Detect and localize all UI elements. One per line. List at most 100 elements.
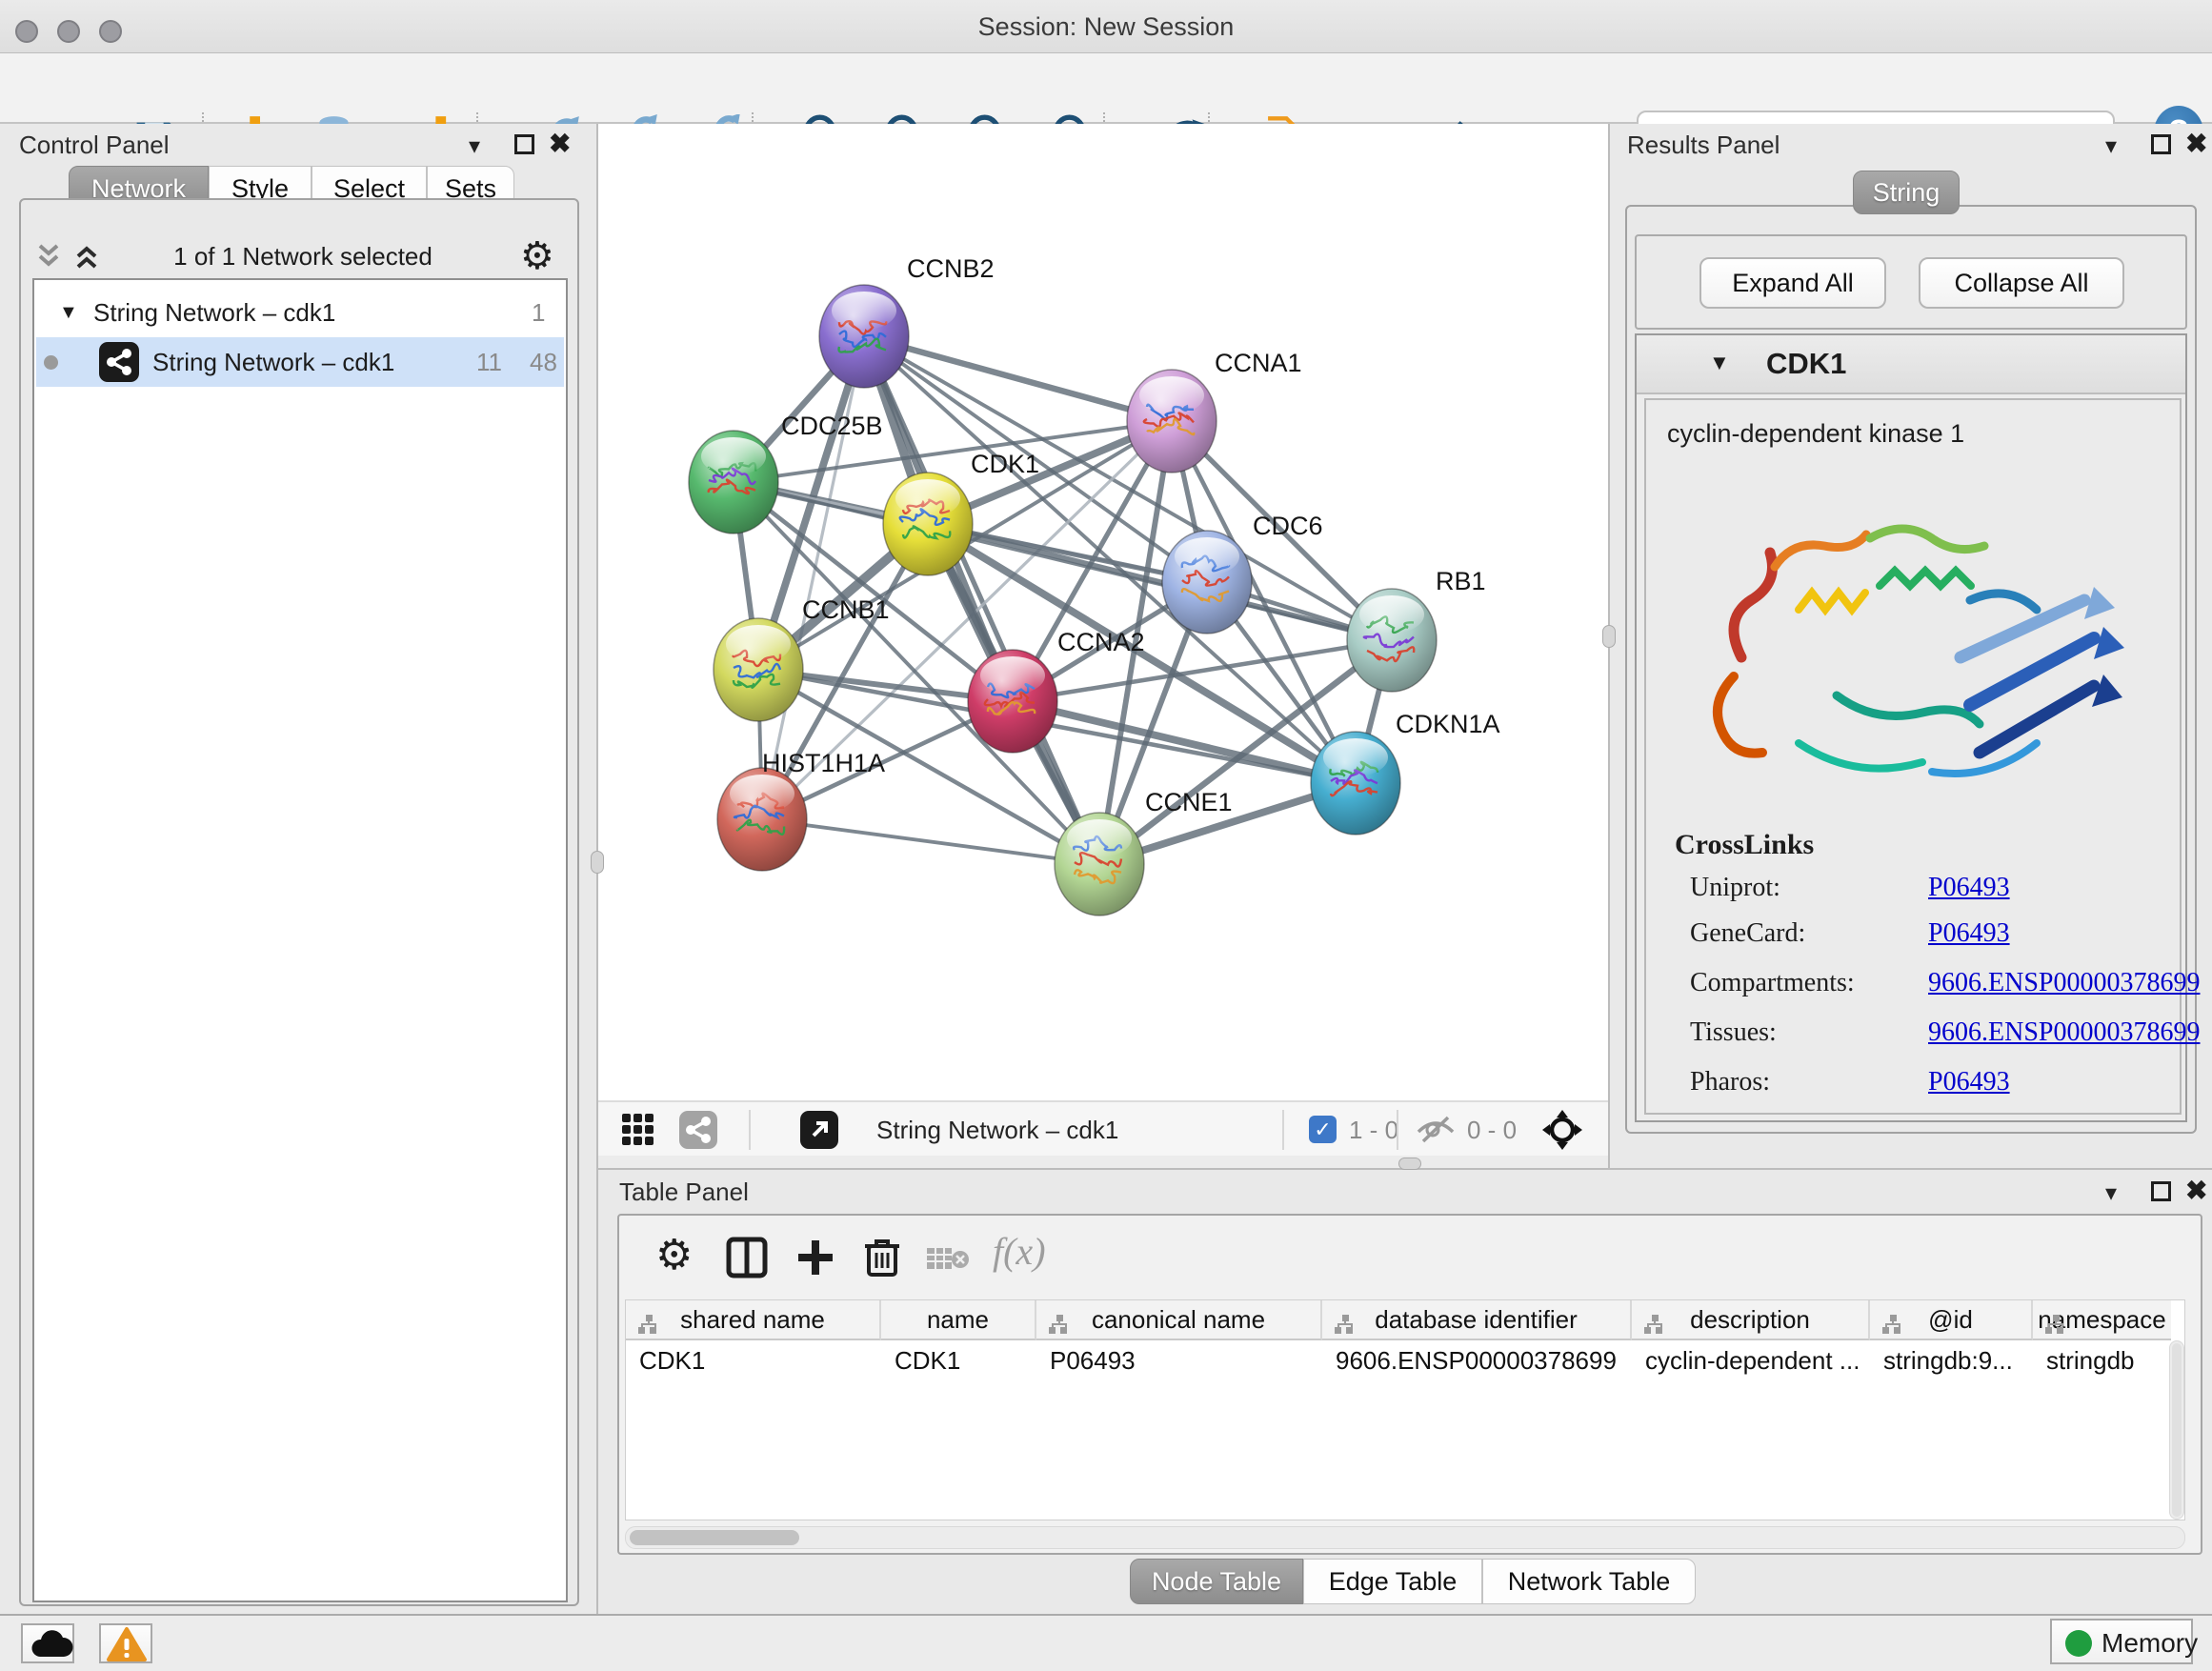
shared-column-svg [1643, 1314, 1666, 1337]
results-panel-close-icon[interactable]: ✖ [2185, 131, 2207, 156]
hidden-eye-icon [1416, 1115, 1456, 1150]
table-cell[interactable]: P06493 [1036, 1340, 1322, 1380]
table-horizontal-scrollbar[interactable] [625, 1526, 2185, 1549]
control-panel-menu-icon[interactable]: ▾ [469, 132, 480, 160]
collapse-all-button[interactable]: Collapse All [1919, 257, 2124, 309]
create-column-icon[interactable] [794, 1237, 836, 1283]
table-panel-float-icon[interactable] [2151, 1181, 2171, 1201]
create-column-svg [794, 1237, 836, 1278]
column-header-description[interactable]: description [1632, 1300, 1870, 1340]
string-app-icon [99, 342, 139, 382]
column-header-shared-name[interactable]: shared name [626, 1300, 881, 1340]
crosslink-pharos-link[interactable]: P06493 [1928, 1067, 2010, 1097]
network-svg[interactable]: CCNB2CCNA1CDC25BCDK1CDC6RB1CCNB1CCNA2CDK… [598, 124, 1610, 1100]
table-cell[interactable]: CDK1 [626, 1340, 881, 1380]
control-panel-float-icon[interactable] [514, 134, 534, 154]
table-panel-menu-icon[interactable]: ▾ [2105, 1179, 2117, 1207]
table-cell[interactable]: stringdb:9... [1870, 1340, 2033, 1380]
main-toolbar: ? [0, 53, 2212, 124]
shared-column-svg [637, 1314, 660, 1337]
string-app-svg [99, 342, 139, 382]
svg-text:HIST1H1A: HIST1H1A [762, 749, 885, 777]
crosslink-uniprot-link[interactable]: P06493 [1928, 873, 2010, 903]
shared-column-svg [1334, 1314, 1357, 1337]
column-header-canonical-name[interactable]: canonical name [1036, 1300, 1322, 1340]
svg-text:RB1: RB1 [1436, 567, 1486, 595]
table-panel-title: Table Panel [619, 1178, 749, 1207]
trash-svg [861, 1235, 903, 1278]
table-cell[interactable]: 9606.ENSP00000378699 [1322, 1340, 1632, 1380]
shared-column-svg [1048, 1314, 1071, 1337]
table-panel-close-icon[interactable]: ✖ [2185, 1178, 2207, 1203]
expand-collapse-bar: Expand All Collapse All [1635, 234, 2187, 330]
column-header-id[interactable]: @id [1870, 1300, 2033, 1340]
network-collection-row[interactable]: ▼ String Network – cdk1 1 [36, 288, 564, 337]
svg-text:CCNB2: CCNB2 [907, 254, 995, 283]
crosslink-label: GeneCard: [1690, 918, 1805, 949]
protein-expander-icon[interactable]: ▼ [1709, 351, 1730, 375]
status-bar: Memory [0, 1614, 2212, 1671]
results-panel-float-icon[interactable] [2151, 134, 2171, 154]
network-row-selected[interactable]: String Network – cdk1 11 48 [36, 337, 564, 387]
cloud-button[interactable] [21, 1623, 74, 1663]
expand-all-button[interactable]: Expand All [1699, 257, 1886, 309]
expand-all-networks-icon[interactable] [70, 240, 103, 277]
svg-text:CCNA1: CCNA1 [1215, 349, 1302, 377]
delete-column-trash-icon[interactable] [861, 1235, 903, 1283]
viewbar-separator [749, 1110, 751, 1150]
table-cell[interactable]: CDK1 [881, 1340, 1036, 1380]
network-edge-count: 48 [530, 337, 557, 387]
svg-text:CCNA2: CCNA2 [1057, 628, 1145, 656]
detach-view-icon[interactable] [800, 1111, 838, 1149]
crosslink-genecard-link[interactable]: P06493 [1928, 918, 2010, 949]
svg-text:CDKN1A: CDKN1A [1396, 710, 1500, 738]
center-view-icon[interactable] [1541, 1109, 1583, 1156]
column-label: shared name [680, 1305, 825, 1334]
memory-status-dot [2065, 1630, 2092, 1657]
column-label: database identifier [1375, 1305, 1577, 1334]
tab-network-table[interactable]: Network Table [1482, 1559, 1696, 1604]
warning-icon [106, 1626, 148, 1662]
crosslink-tissues-link[interactable]: 9606.ENSP00000378699 [1928, 1017, 2200, 1048]
birdseye-grid-icon[interactable] [621, 1113, 655, 1152]
show-columns-icon[interactable] [726, 1237, 768, 1283]
column-header-name[interactable]: name [881, 1300, 1036, 1340]
table-panel: Table Panel ▾ ✖ ⚙ f(x) shared name name … [598, 1170, 2212, 1614]
table-cell[interactable]: stringdb [2033, 1340, 2171, 1380]
window-title: Session: New Session [0, 0, 2212, 53]
protein-name: CDK1 [1766, 347, 1846, 381]
selection-checkbox-icon[interactable]: ✓ [1309, 1116, 1337, 1143]
network-canvas[interactable]: CCNB2CCNA1CDC25BCDK1CDC6RB1CCNB1CCNA2CDK… [598, 124, 1610, 1100]
horizontal-splitter-handle[interactable] [1398, 1158, 1421, 1170]
table-gear-icon[interactable]: ⚙ [655, 1231, 693, 1279]
protein-card-header[interactable]: ▼ CDK1 [1637, 335, 2185, 394]
column-header-namespace[interactable]: namespace [2033, 1300, 2171, 1340]
crosslinks-heading: CrossLinks [1675, 829, 1814, 861]
table-vertical-scrollbar[interactable] [2169, 1340, 2184, 1520]
scrollbar-thumb[interactable] [630, 1530, 799, 1545]
results-panel: Results Panel ▾ ✖ String Expand All Coll… [1610, 124, 2212, 1168]
viewbar-separator [1282, 1110, 1284, 1150]
collapse-all-networks-icon[interactable] [32, 240, 65, 277]
network-options-gear-icon[interactable]: ⚙ [520, 234, 554, 278]
column-header-database-identifier[interactable]: database identifier [1322, 1300, 1632, 1340]
column-label: name [927, 1305, 989, 1334]
tab-string[interactable]: String [1853, 171, 1960, 214]
protein-structure-image [1684, 457, 2142, 838]
results-panel-menu-icon[interactable]: ▾ [2105, 132, 2117, 160]
network-current-dot-icon [44, 355, 58, 370]
tab-edge-table[interactable]: Edge Table [1303, 1559, 1482, 1604]
string-view-icon[interactable] [679, 1111, 717, 1149]
function-builder-icon: f(x) [993, 1229, 1046, 1274]
crosslink-compartments-link[interactable]: 9606.ENSP00000378699 [1928, 968, 2200, 998]
control-panel-title: Control Panel [19, 131, 170, 160]
control-panel: Control Panel ▾ ✖ Network Style Select S… [0, 124, 596, 1614]
left-splitter-handle[interactable] [591, 851, 604, 874]
table-cell[interactable]: cyclin-dependent ... [1632, 1340, 1870, 1380]
right-splitter-handle[interactable] [1602, 625, 1616, 648]
memory-button[interactable]: Memory [2050, 1619, 2193, 1664]
warnings-button[interactable] [99, 1623, 152, 1663]
collection-expander-icon[interactable]: ▼ [59, 288, 78, 337]
control-panel-close-icon[interactable]: ✖ [549, 131, 571, 156]
tab-node-table[interactable]: Node Table [1130, 1559, 1303, 1604]
